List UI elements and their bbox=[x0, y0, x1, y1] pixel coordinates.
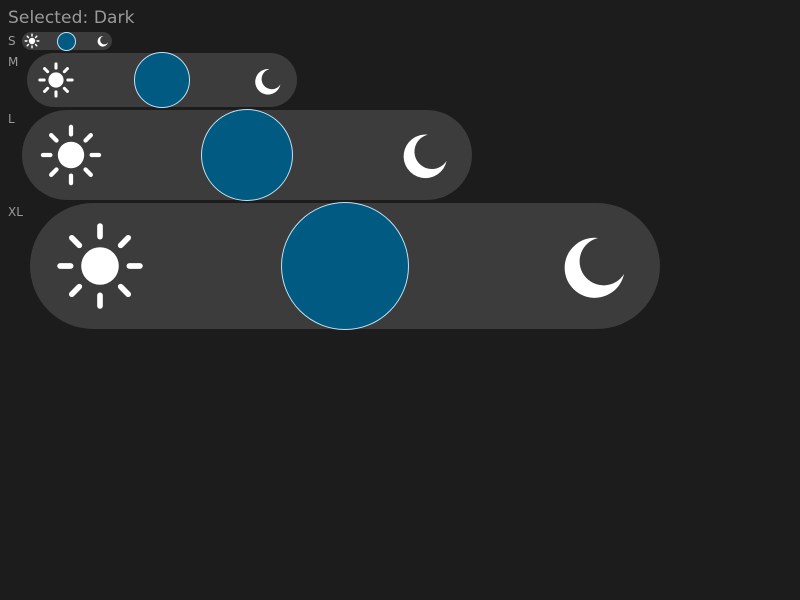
sun-icon[interactable] bbox=[36, 61, 76, 99]
size-label-xl: XL bbox=[8, 205, 23, 219]
size-label-s: S bbox=[8, 34, 16, 48]
theme-toggle-page: Selected: Dark S M L XL bbox=[0, 0, 800, 600]
moon-icon[interactable] bbox=[393, 126, 451, 184]
size-label-m: M bbox=[8, 55, 19, 69]
moon-icon[interactable] bbox=[95, 34, 109, 48]
theme-toggle-s[interactable] bbox=[22, 32, 112, 51]
moon-icon[interactable] bbox=[249, 64, 283, 98]
moon-icon[interactable] bbox=[550, 226, 630, 306]
theme-toggle-l[interactable] bbox=[22, 109, 472, 201]
theme-toggle-xl[interactable] bbox=[30, 202, 660, 330]
toggle-knob[interactable] bbox=[57, 32, 76, 51]
sun-icon[interactable] bbox=[52, 219, 148, 313]
toggle-knob[interactable] bbox=[134, 52, 190, 108]
theme-toggle-m[interactable] bbox=[27, 52, 297, 108]
size-label-l: L bbox=[8, 112, 15, 126]
toggle-knob[interactable] bbox=[201, 109, 293, 201]
sun-icon[interactable] bbox=[37, 122, 105, 188]
toggle-knob[interactable] bbox=[281, 202, 409, 330]
selected-theme-status: Selected: Dark bbox=[8, 8, 135, 28]
sun-icon[interactable] bbox=[24, 33, 40, 49]
